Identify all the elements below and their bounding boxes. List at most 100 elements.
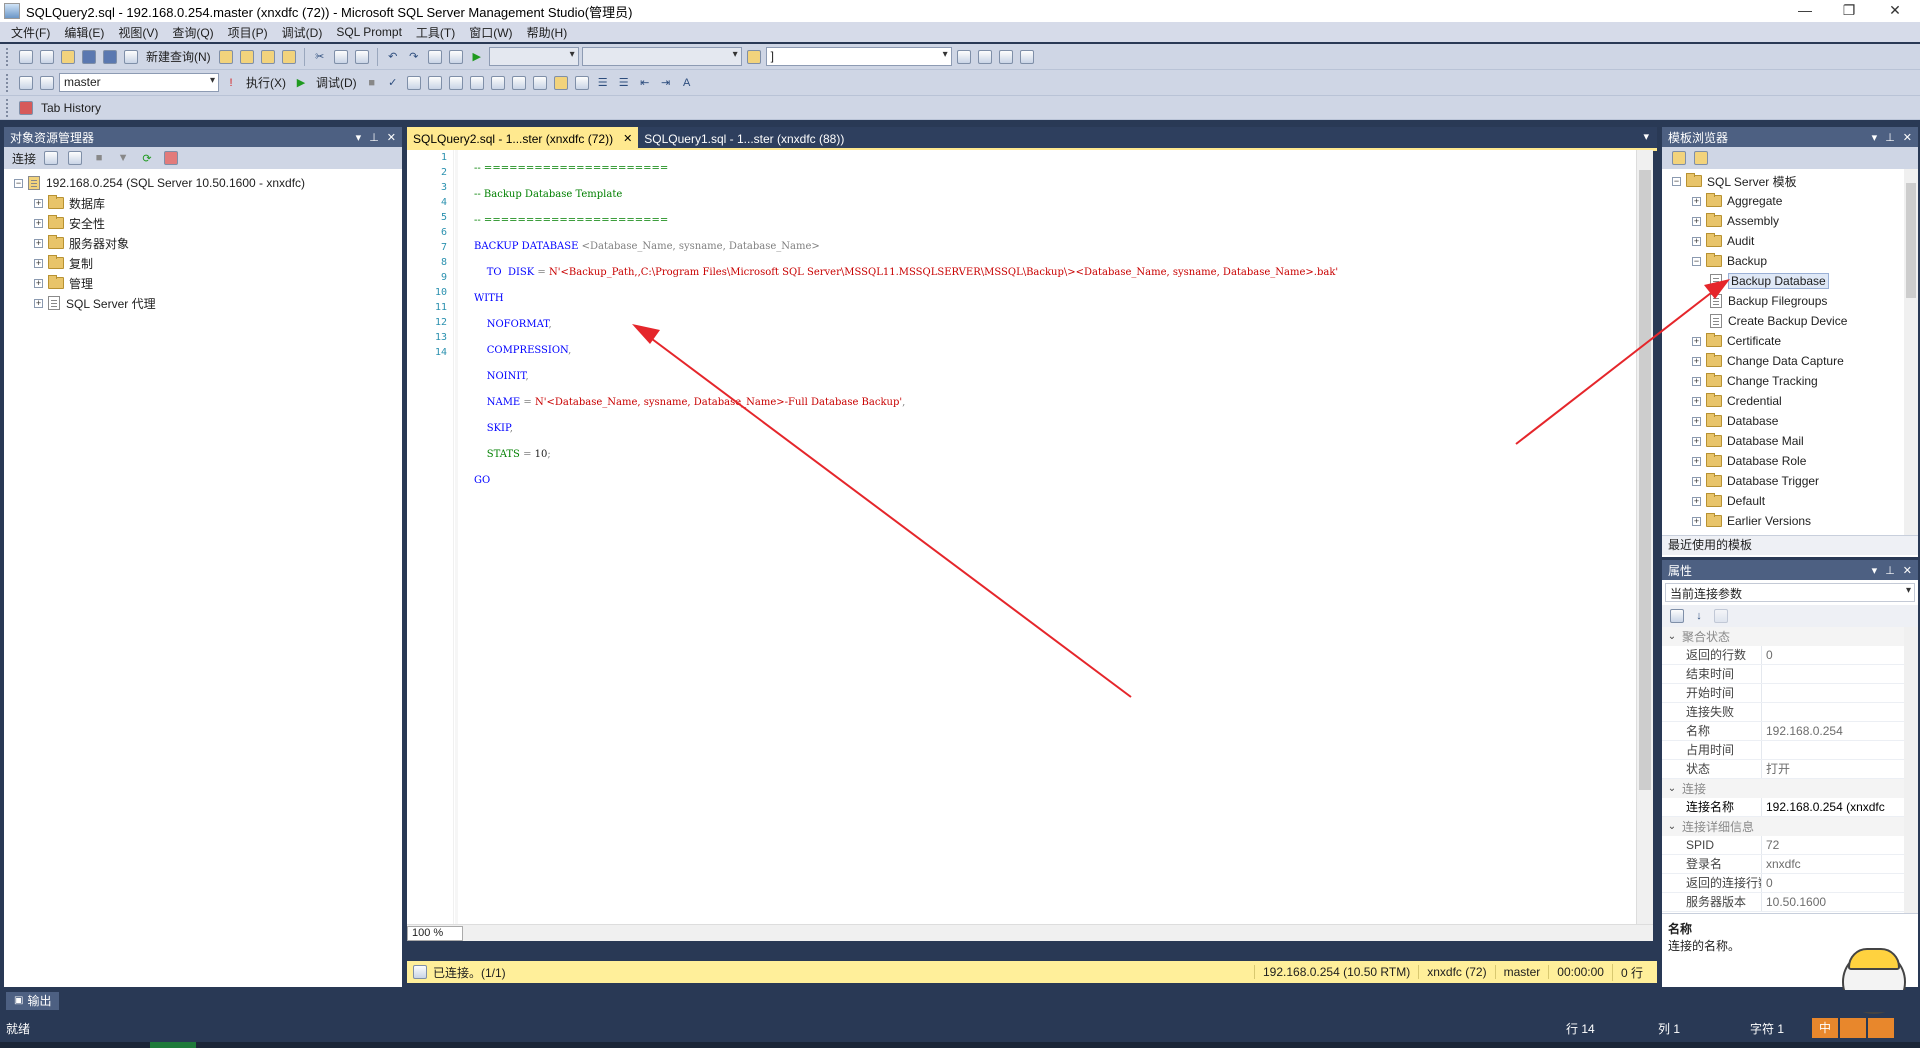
output-tab[interactable]: ▣ 输出 [6,992,60,1010]
expand-icon[interactable]: + [1692,196,1701,206]
navigate-icon[interactable] [426,48,444,66]
property-row[interactable]: 登录名 xnxdfc [1662,855,1918,874]
menu-tools[interactable]: 工具(T) [409,24,462,41]
menu-query[interactable]: 查询(Q) [165,24,220,41]
template-node[interactable]: + Aggregate [1672,191,1918,211]
client-stats-icon[interactable] [510,74,528,92]
menu-edit[interactable]: 编辑(E) [57,24,111,41]
close-icon[interactable]: ✕ [1903,131,1912,144]
property-row[interactable]: 返回的行数 0 [1662,646,1918,665]
toolbar-grip[interactable] [6,98,10,117]
new-query-button[interactable]: 新建查询(N) [143,48,214,65]
paste-icon[interactable] [353,48,371,66]
menu-file[interactable]: 文件(F) [4,24,57,41]
connect-db-icon[interactable] [42,149,60,167]
property-row[interactable]: 状态 打开 [1662,760,1918,779]
results-grid-icon[interactable] [552,74,570,92]
new-query-icon[interactable] [122,48,140,66]
scrollbar-thumb[interactable] [1639,170,1651,790]
close-tab-icon[interactable]: ✕ [623,132,632,145]
expand-icon[interactable]: + [34,278,43,288]
collapse-icon[interactable]: − [14,178,23,188]
property-row[interactable]: 名称 192.168.0.254 [1662,722,1918,741]
property-category[interactable]: ⌄ 连接详细信息 [1662,817,1918,836]
xmla-query-icon[interactable] [280,48,298,66]
query-designer-icon[interactable] [426,74,444,92]
expand-icon[interactable]: + [1692,456,1701,466]
connect-icon[interactable] [17,74,35,92]
print-icon[interactable] [447,48,465,66]
toolbox-icon[interactable] [997,48,1015,66]
debug-button[interactable]: 调试(D) [313,74,360,91]
save-all-icon[interactable] [101,48,119,66]
dropdown-icon[interactable]: ▾ [356,131,362,144]
mdx-query-icon[interactable] [259,48,277,66]
change-connection-icon[interactable] [38,74,56,92]
sql-editor[interactable]: 1 2 3 4 5 6 7 8 9 10 11 12 13 14 -- =================… [407,150,1653,941]
zoom-combo[interactable]: 100 % [407,925,463,941]
parse-icon[interactable]: ✓ [384,74,402,92]
template-node[interactable]: + Default [1672,491,1918,511]
template-node[interactable]: + Database Role [1672,451,1918,471]
property-row[interactable]: 占用时间 [1662,741,1918,760]
expand-icon[interactable]: + [1692,356,1701,366]
property-row[interactable]: 结束时间 [1662,665,1918,684]
analysis-query-icon[interactable] [238,48,256,66]
expand-icon[interactable]: + [1692,216,1701,226]
expand-icon[interactable]: + [34,198,43,208]
property-row[interactable]: 连接失败 [1662,703,1918,722]
database-combo[interactable]: master [59,73,219,92]
analysis-templates-icon[interactable] [1692,149,1710,167]
document-tab[interactable]: SQLQuery1.sql - 1...ster (xnxdfc (88)) [638,127,850,150]
dropdown-icon[interactable]: ▾ [1872,564,1878,577]
db-engine-query-icon[interactable] [217,48,235,66]
document-tab[interactable]: SQLQuery2.sql - 1...ster (xnxdfc (72)) ✕ [407,127,639,150]
sql-templates-icon[interactable] [1670,149,1688,167]
expand-icon[interactable]: + [34,258,43,268]
dropdown-icon[interactable]: ▾ [1872,131,1878,144]
property-category[interactable]: ⌄ 聚合状态 [1662,627,1918,646]
window-layout-icon[interactable] [1018,48,1036,66]
expand-icon[interactable]: + [1692,496,1701,506]
new-project-icon[interactable] [17,48,35,66]
menu-window[interactable]: 窗口(W) [462,24,519,41]
object-explorer-node[interactable]: + SQL Server 代理 [14,293,402,313]
object-explorer-node[interactable]: + 管理 [14,273,402,293]
intellisense-icon[interactable] [468,74,486,92]
property-row[interactable]: 开始时间 [1662,684,1918,703]
template-node[interactable]: + Database [1672,411,1918,431]
expand-icon[interactable]: + [1692,516,1701,526]
ime-skin-icon[interactable] [1868,1018,1894,1038]
template-node[interactable]: + Change Data Capture [1672,351,1918,371]
template-node[interactable]: + Earlier Versions [1672,511,1918,531]
maximize-button[interactable]: ❐ [1826,0,1872,22]
template-root-node[interactable]: − SQL Server 模板 [1672,171,1918,191]
collapse-chevron-icon[interactable]: ⌄ [1662,821,1682,832]
copy-icon[interactable] [332,48,350,66]
estimated-plan-icon[interactable] [405,74,423,92]
execute-icon[interactable]: ! [222,74,240,92]
properties-object-combo[interactable]: 当前连接参数 [1665,583,1915,602]
disconnect-icon[interactable] [66,149,84,167]
find-icon[interactable] [745,48,763,66]
cut-icon[interactable]: ✂ [311,48,329,66]
alphabetical-icon[interactable]: ↓ [1690,607,1708,625]
scrollbar-thumb[interactable] [1906,183,1916,298]
menu-debug[interactable]: 调试(D) [275,24,330,41]
template-node[interactable]: + Credential [1672,391,1918,411]
add-item-icon[interactable] [38,48,56,66]
code-area[interactable]: -- ====================== -- Backup Data… [474,150,1338,536]
menu-sql-prompt[interactable]: SQL Prompt [329,25,409,39]
template-node[interactable]: + Certificate [1672,331,1918,351]
collapse-icon[interactable]: − [1672,176,1681,186]
connect-dropdown[interactable]: 连接 [12,150,36,167]
property-pages-icon[interactable] [1712,607,1730,625]
filter-icon[interactable]: ▼ [114,149,132,167]
results-file-icon[interactable] [573,74,591,92]
expand-icon[interactable]: + [1692,416,1701,426]
platform-combo[interactable] [581,47,742,66]
execute-button[interactable]: 执行(X) [243,74,289,91]
collapse-chevron-icon[interactable]: ⌄ [1662,631,1682,642]
expand-icon[interactable]: + [1692,236,1701,246]
decrease-indent-icon[interactable]: ⇤ [636,74,654,92]
